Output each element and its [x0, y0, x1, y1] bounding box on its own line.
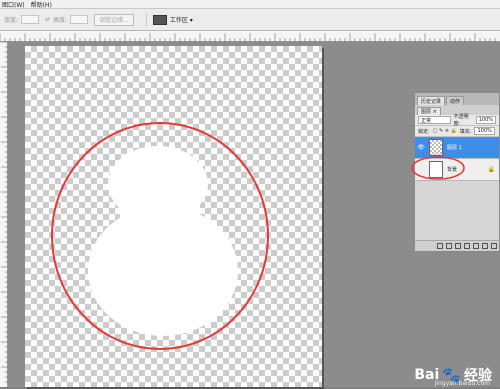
layers-empty-area [415, 181, 499, 243]
ruler-ticks [0, 33, 496, 42]
trash-icon[interactable] [491, 243, 497, 249]
swap-icon[interactable]: ⇄ [45, 16, 50, 23]
lock-label: 锁定: [418, 128, 430, 135]
layer-annotation-circle [411, 156, 465, 180]
blend-row: 正常 不透明度: 100% [415, 114, 499, 127]
panel-tab-row: 历史记录 动作 [415, 93, 499, 105]
workspace-menu[interactable]: 工作区 ▾ [152, 14, 193, 25]
workspace-icon [152, 14, 167, 25]
fill-label: 填充: [459, 128, 472, 135]
link-icon[interactable] [437, 243, 443, 249]
tab-actions[interactable]: 动作 [446, 96, 465, 105]
panel-footer [415, 240, 499, 251]
layer-name: 图层 1 [447, 145, 462, 151]
tab-layers[interactable]: 图层 × [417, 107, 441, 115]
eye-icon[interactable]: 👁 [417, 144, 425, 152]
width-field[interactable] [21, 15, 40, 24]
folder-icon[interactable] [473, 243, 479, 249]
vertical-ruler[interactable] [0, 41, 8, 387]
ruler-ticks-vertical [1, 41, 8, 383]
opacity-input[interactable]: 100% [475, 116, 496, 124]
gourd-shape [88, 146, 238, 336]
fill-input[interactable]: 100% [474, 127, 495, 135]
watermark-url: jingyan.baidu.com [434, 380, 490, 387]
options-bar: 宽度: ⇄ 高度: 调整边缘... 工作区 ▾ [0, 9, 500, 31]
tab-layers-label: 图层 [421, 109, 432, 115]
workspace-label: 工作区 ▾ [169, 17, 193, 24]
lock-icon: 🔒 [487, 166, 495, 173]
lock-row: 锁定: ▢ ✎ ✛ 🔒 填充: 100% [415, 126, 499, 137]
new-layer-icon[interactable] [482, 243, 488, 249]
mask-icon[interactable] [455, 243, 461, 249]
tab-history[interactable]: 历史记录 [417, 96, 446, 105]
blend-mode-value: 正常 [421, 117, 432, 124]
canvas-artwork [51, 122, 269, 350]
height-label: 高度: [53, 17, 68, 24]
menu-window[interactable]: 图口(W) [2, 0, 25, 9]
opacity-label: 不透明度: [453, 114, 469, 127]
height-field[interactable] [70, 15, 89, 24]
document-canvas[interactable] [25, 46, 322, 387]
gourd-neck [120, 196, 200, 236]
blend-mode-select[interactable]: 正常 [418, 116, 451, 124]
refine-edge-button[interactable]: 调整边缘... [94, 13, 134, 26]
horizontal-ruler[interactable] [0, 31, 500, 42]
menu-bar: 图口(W) 帮助(H) [0, 0, 500, 9]
lock-icons[interactable]: ▢ ✎ ✛ 🔒 [433, 128, 457, 134]
width-label: 宽度: [4, 17, 19, 24]
menu-help[interactable]: 帮助(H) [31, 0, 52, 9]
fx-icon[interactable] [446, 243, 452, 249]
layer-thumbnail [429, 139, 443, 156]
adjustment-icon[interactable] [464, 243, 470, 249]
separator [145, 12, 147, 27]
